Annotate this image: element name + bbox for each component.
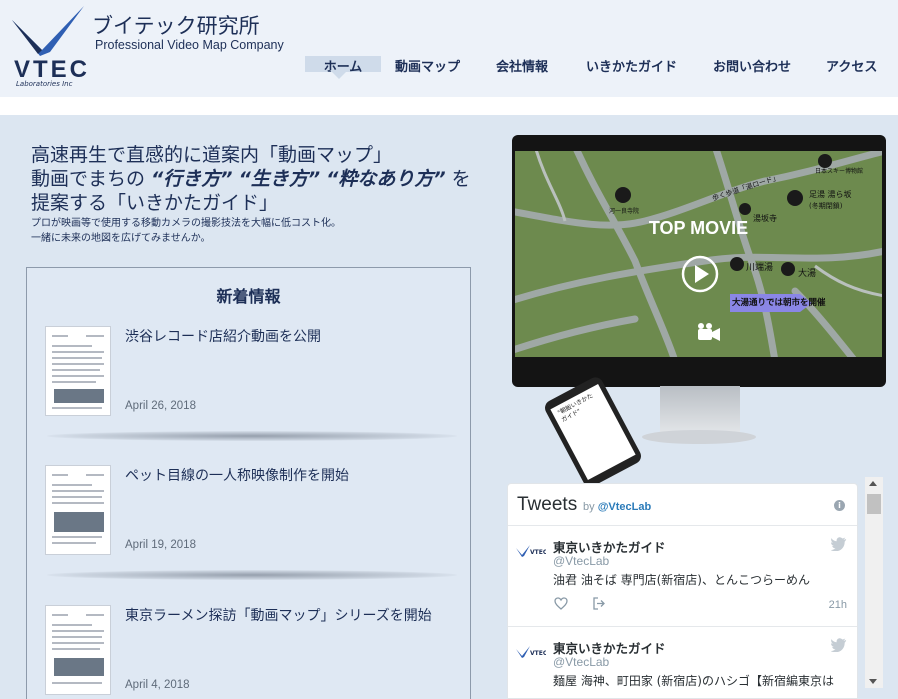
map-label-onsen: 足湯 湯ら坂 — [809, 190, 852, 199]
like-icon[interactable] — [554, 597, 568, 610]
hero-emph-2: “生き方” — [238, 168, 321, 190]
nav-company[interactable]: 会社情報 — [496, 56, 548, 75]
map-label-onsen-sub: (冬期閉鎖) — [809, 202, 843, 210]
nav-access[interactable]: アクセス — [826, 56, 877, 75]
logo-sub: Laboratories Inc — [16, 80, 73, 88]
play-icon[interactable] — [681, 255, 719, 293]
vtec-logo-mark-icon — [12, 6, 84, 56]
twitter-bird-icon[interactable] — [831, 537, 847, 551]
hero-emph-1: “行き方” — [151, 168, 233, 190]
hero-line-3: 提案する「いきかたガイド」 — [31, 192, 279, 214]
svg-text:VTEC: VTEC — [530, 650, 546, 657]
tweet[interactable]: VTEC 東京いきかたガイド @VtecLab 油君 油そば 専門店(新宿店)、… — [508, 527, 857, 627]
hero-line-2: 動画でまちの “行き方” “生き方” “粋なあり方” を — [31, 167, 491, 191]
news-item[interactable]: ペット目線の一人称映像制作を開始 April 19, 2018 — [45, 465, 455, 560]
header-band — [0, 97, 898, 115]
map-label-oyu: 大湯 — [798, 269, 817, 279]
news-title-link[interactable]: 渋谷レコード店紹介動画を公開 — [125, 326, 321, 346]
tweet-text: 麺屋 海神、町田家 (新宿店)のハシゴ【新宿編東京は — [553, 674, 834, 688]
twitter-bird-icon[interactable] — [831, 638, 847, 652]
tweets-by: by @VtecLab — [583, 501, 651, 513]
top-movie-label: TOP MOVIE — [648, 218, 749, 238]
scroll-up-icon[interactable] — [869, 481, 877, 486]
hero-line-2-pre: 動画でまちの — [31, 168, 152, 190]
info-icon[interactable]: i — [834, 500, 845, 511]
tweets-handle-link[interactable]: @VtecLab — [598, 501, 652, 513]
share-icon[interactable] — [592, 597, 606, 610]
news-date: April 4, 2018 — [125, 679, 190, 691]
twitter-timeline: Tweets by @VtecLab i VTEC 東京いきかたガイド @Vte… — [507, 483, 858, 699]
tweets-header: Tweets by @VtecLab i — [508, 484, 857, 526]
map-artwork — [515, 151, 882, 357]
news-title-link[interactable]: 東京ラーメン探訪「動画マップ」シリーズを開始 — [125, 605, 432, 625]
avatar[interactable]: VTEC — [516, 545, 546, 559]
news-item[interactable]: 渋谷レコード店紹介動画を公開 April 26, 2018 — [45, 326, 455, 421]
tweet-author-handle[interactable]: @VtecLab — [553, 655, 609, 669]
svg-text:VTEC: VTEC — [530, 549, 546, 556]
map-label-ski: 日本スキー博物館 — [815, 168, 864, 175]
news-thumbnail[interactable] — [45, 326, 111, 416]
vtec-logo[interactable]: VTEC Laboratories Inc — [12, 6, 92, 88]
phone-illustration: "朝飯いきかたガイド" — [542, 374, 646, 490]
news-title-link[interactable]: ペット目線の一人称映像制作を開始 — [125, 465, 349, 485]
company-name-jp: ブイテック研究所 — [92, 14, 260, 38]
news-title: 新着情報 — [216, 287, 281, 306]
monitor-stand — [660, 386, 740, 434]
hero-line-1: 高速再生で直感的に道案内「動画マップ」 — [31, 144, 393, 166]
map-banner: 大湯通りでは朝市を開催 — [732, 298, 826, 308]
nav-contact[interactable]: お問い合わせ — [713, 56, 791, 75]
scroll-thumb[interactable] — [867, 494, 881, 514]
avatar[interactable]: VTEC — [516, 646, 546, 660]
tweet[interactable]: VTEC 東京いきかたガイド @VtecLab 麺屋 海神、町田家 (新宿店)の… — [508, 628, 857, 698]
news-thumbnail[interactable] — [45, 605, 111, 695]
company-tagline: Professional Video Map Company — [95, 38, 284, 52]
hero-sub-1: プロが映画等で使用する移動カメラの撮影技法を大幅に低コスト化。 — [31, 218, 341, 229]
hero-emph-3: “粋なあり方” — [326, 168, 446, 190]
tweets-title: Tweets — [517, 494, 578, 515]
nav-guide[interactable]: いきかたガイド — [586, 56, 677, 75]
news-date: April 19, 2018 — [125, 539, 196, 551]
map-label-kawa: 川端湯 — [746, 263, 774, 273]
tweet-author-handle[interactable]: @VtecLab — [553, 554, 609, 568]
nav-active-caret-icon — [330, 70, 348, 79]
map-label-temple: 河一良寺院 — [609, 208, 640, 215]
news-divider — [47, 570, 457, 580]
hero-sub-2: 一緒に未来の地図を広げてみませんか。 — [31, 233, 211, 244]
tweets-by-text: by — [583, 501, 595, 513]
news-divider — [47, 431, 457, 441]
site-header: VTEC Laboratories Inc ブイテック研究所 Professio… — [0, 0, 898, 97]
news-item[interactable]: 東京ラーメン探訪「動画マップ」シリーズを開始 April 4, 2018 — [45, 605, 455, 699]
hero-line-2-post: を — [445, 168, 471, 190]
tweet-time[interactable]: 21h — [829, 599, 847, 611]
news-date: April 26, 2018 — [125, 400, 196, 412]
top-movie-player[interactable]: 日本スキー博物館 河一良寺院 歩く歩道「湯ロード」 湯坂寺 足湯 湯ら坂 (冬期… — [515, 151, 882, 357]
tweets-scrollbar[interactable] — [865, 477, 883, 688]
hero-copy: 高速再生で直感的に道案内「動画マップ」 動画でまちの “行き方” “生き方” “… — [31, 143, 491, 246]
scroll-down-icon[interactable] — [869, 679, 877, 684]
news-thumbnail[interactable] — [45, 465, 111, 555]
news-panel: 新着情報 渋谷レコード店紹介動画を公開 April 26, 2018 ペット目線… — [26, 267, 471, 699]
nav-video-map[interactable]: 動画マップ — [395, 56, 460, 75]
monitor-base — [642, 430, 756, 444]
tweet-text: 油君 油そば 専門店(新宿店)、とんこつらーめん — [553, 573, 810, 587]
